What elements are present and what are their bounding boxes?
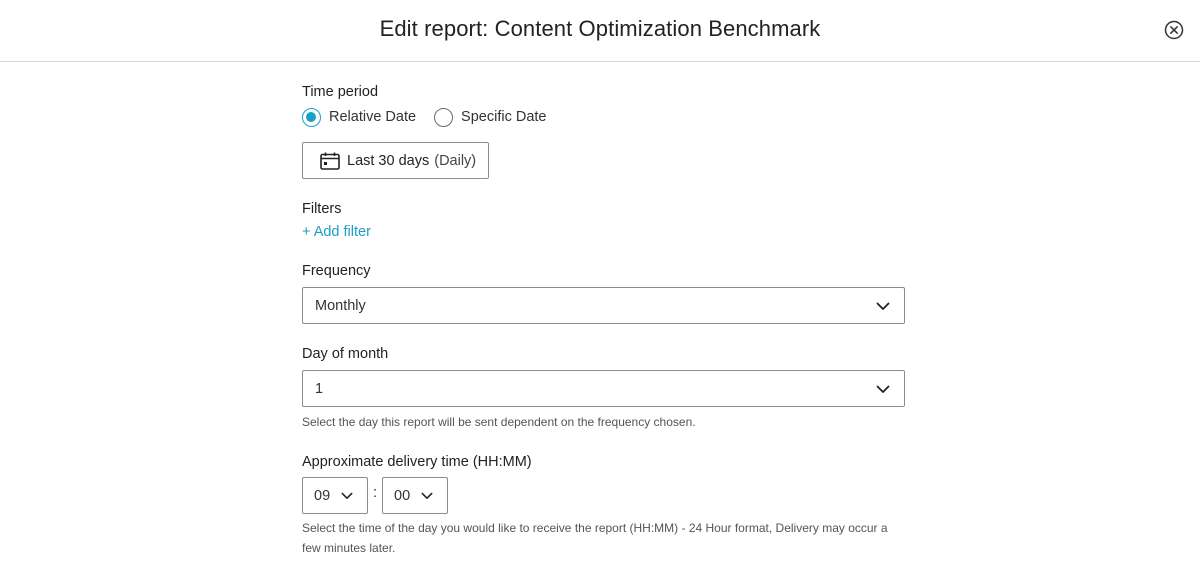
chevron-down-icon bbox=[341, 492, 353, 499]
radio-unchecked-icon[interactable] bbox=[434, 107, 454, 127]
date-range-value: Last 30 days bbox=[347, 152, 430, 169]
day-of-month-label: Day of month bbox=[302, 346, 389, 362]
add-filter-link[interactable]: + Add filter bbox=[302, 224, 371, 240]
time-period-radio-group: Relative Date Specific Date bbox=[302, 106, 564, 128]
chevron-down-icon bbox=[421, 492, 433, 499]
hour-value: 09 bbox=[314, 487, 331, 504]
frequency-label: Frequency bbox=[302, 263, 371, 279]
radio-specific-date[interactable]: Specific Date bbox=[434, 107, 547, 127]
radio-relative-date[interactable]: Relative Date bbox=[302, 107, 417, 127]
minute-value: 00 bbox=[394, 487, 411, 504]
circle-x-icon bbox=[1164, 20, 1184, 40]
radio-checked-icon[interactable] bbox=[302, 107, 321, 127]
calendar-icon bbox=[320, 152, 340, 170]
day-of-month-value: 1 bbox=[315, 380, 324, 397]
radio-relative-date-label: Relative Date bbox=[329, 109, 417, 125]
day-of-month-help: Select the day this report will be sent … bbox=[302, 415, 696, 429]
radio-specific-date-label: Specific Date bbox=[461, 109, 547, 125]
date-granularity: (Daily) bbox=[434, 152, 477, 169]
page-title: Edit report: Content Optimization Benchm… bbox=[379, 16, 821, 41]
time-separator: : bbox=[373, 484, 378, 501]
delivery-time-label: Approximate delivery time (HH:MM) bbox=[302, 454, 532, 470]
date-range-button[interactable]: Last 30 days (Daily) bbox=[302, 142, 489, 179]
chevron-down-icon bbox=[876, 385, 890, 393]
close-button[interactable] bbox=[1164, 20, 1184, 40]
time-period-label: Time period bbox=[302, 84, 379, 100]
hour-select[interactable]: 09 bbox=[302, 477, 368, 514]
frequency-value: Monthly bbox=[315, 297, 366, 314]
modal-header: Edit report: Content Optimization Benchm… bbox=[0, 0, 1200, 62]
minute-select[interactable]: 00 bbox=[382, 477, 448, 514]
filters-label: Filters bbox=[302, 201, 342, 217]
delivery-time-help: Select the time of the day you would lik… bbox=[302, 521, 888, 555]
frequency-select[interactable]: Monthly bbox=[302, 287, 905, 324]
day-of-month-select[interactable]: 1 bbox=[302, 370, 905, 407]
chevron-down-icon bbox=[876, 302, 890, 310]
